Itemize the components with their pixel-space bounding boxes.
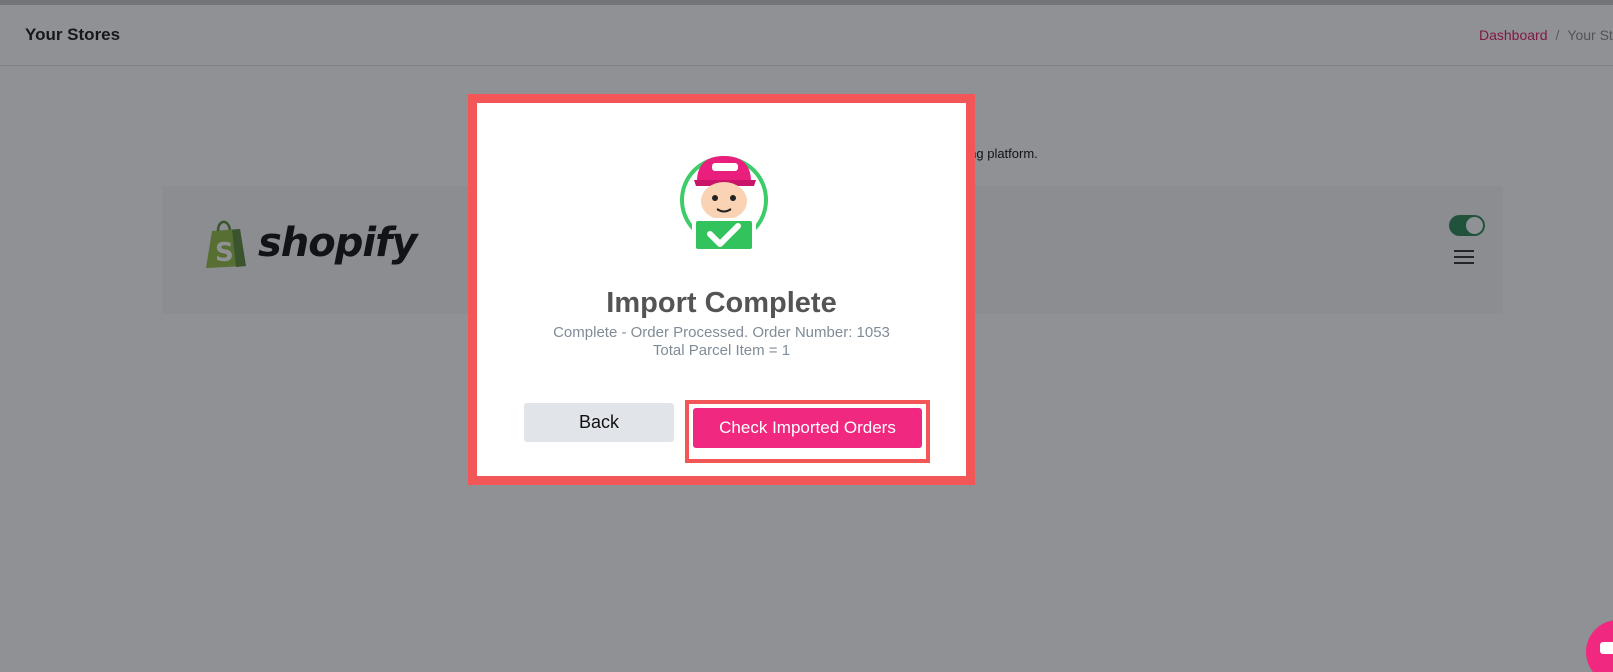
chat-icon [1600, 642, 1613, 654]
back-button[interactable]: Back [524, 403, 674, 442]
check-imported-orders-button[interactable]: Check Imported Orders [693, 408, 922, 448]
check-orders-highlight: Check Imported Orders [685, 400, 930, 463]
page: Your Stores Dashboard / Your St ur shippin… [0, 0, 1613, 672]
modal-message-parcel-count: Total Parcel Item = 1 [652, 342, 791, 359]
import-complete-modal: Import Complete Complete - Order Process… [468, 94, 975, 485]
courier-checkmark-icon [680, 156, 768, 252]
modal-message-order: Complete - Order Processed. Order Number… [553, 324, 890, 341]
modal-title: Import Complete [606, 287, 837, 319]
modal-message: Complete - Order Processed. Order Number… [477, 324, 966, 360]
